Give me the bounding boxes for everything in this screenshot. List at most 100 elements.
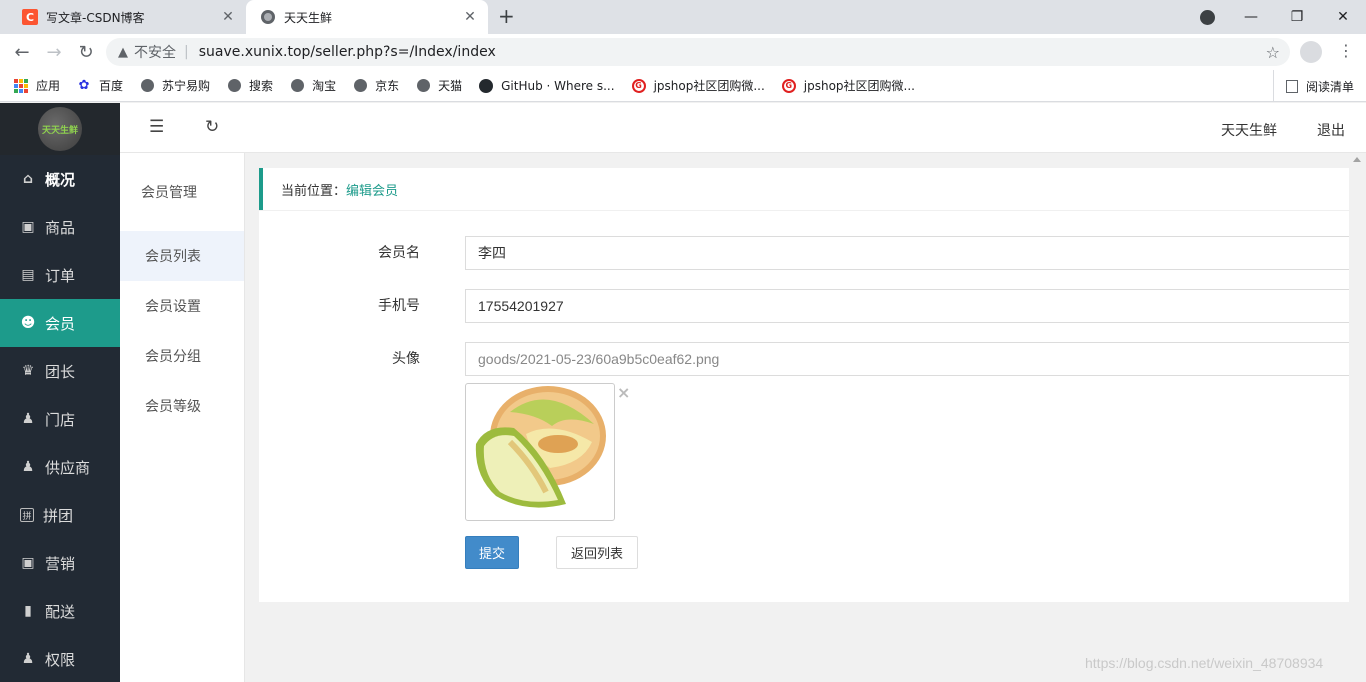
globe-icon (290, 79, 304, 93)
main-content: 当前位置： 编辑会员 会员名 李四 手机号 17554201927 头像 goo… (245, 153, 1349, 682)
baidu-paw-icon: ✿ (78, 78, 90, 93)
url-omnibox[interactable]: ▲ 不安全 | suave.xunix.top/seller.php?s=/In… (106, 38, 1290, 66)
warning-triangle-icon[interactable]: ▲ (118, 45, 128, 60)
crown-icon: ♛ (21, 363, 35, 379)
menu-item-goods[interactable]: ▣ 商品 (0, 203, 120, 251)
bookmarks-bar: 应用 ✿ 百度 苏宁易购 搜索 淘宝 京东 天猫 GitHub · Where … (0, 70, 1366, 102)
reload-icon[interactable]: ↻ (72, 34, 100, 70)
gift-icon: ▣ (21, 555, 35, 571)
home-icon: ⌂ (22, 171, 34, 187)
tab-search-icon[interactable] (1200, 10, 1215, 25)
menu-item-stores[interactable]: ♟ 门店 (0, 395, 120, 443)
bookmark-jpshop-2[interactable]: G jpshop社区团购微... (781, 77, 915, 94)
menu-item-group-buy[interactable]: 拼 拼团 (0, 491, 120, 539)
menu-item-members[interactable]: ☻ 会员 (0, 299, 120, 347)
group-buy-icon: 拼 (20, 508, 34, 522)
remove-image-icon[interactable]: × (617, 383, 630, 402)
globe-icon (140, 79, 154, 93)
top-bar: ☰ ↻ 天天生鲜 退出 (120, 103, 1366, 153)
globe-icon (227, 79, 241, 93)
bookmark-star-icon[interactable]: ☆ (1266, 43, 1280, 62)
jpshop-icon: G (781, 78, 796, 93)
avatar-path-input[interactable]: goods/2021-05-23/60a9b5c0eaf62.png (465, 342, 1349, 376)
main-sidebar: 天天生鲜 ⌂ 概况 ▣ 商品 ▤ 订单 ☻ 会员 ♛ 团长 ♟ 门店 ♟ 供应商… (0, 103, 120, 682)
tab-close-icon[interactable]: ✕ (220, 9, 236, 25)
tab-title: 写文章-CSDN博客 (46, 10, 145, 25)
menu-item-overview[interactable]: ⌂ 概况 (0, 155, 120, 203)
inbox-icon: ▣ (21, 219, 35, 235)
supplier-icon: ♟ (21, 459, 35, 475)
globe-icon (353, 79, 367, 93)
minimize-icon[interactable]: — (1228, 0, 1274, 34)
username-label: 会员名 (378, 245, 420, 261)
username-input[interactable]: 李四 (465, 236, 1349, 270)
breadcrumb: 当前位置： 编辑会员 (259, 168, 1349, 210)
sub-item-member-levels[interactable]: 会员等级 (120, 381, 244, 431)
browser-tab-strip: C 写文章-CSDN博客 ✕ 天天生鲜 ✕ + — ❐ ✕ (0, 0, 1366, 34)
melon-image (475, 386, 606, 508)
jpshop-icon: G (631, 78, 646, 93)
bookmark-github[interactable]: GitHub · Where s... (479, 78, 615, 93)
tab-tiantian[interactable]: 天天生鲜 ✕ (246, 0, 488, 34)
apps-icon (14, 78, 28, 93)
scrollbar[interactable] (1349, 153, 1366, 682)
logo-area: 天天生鲜 (0, 103, 120, 155)
restore-icon[interactable]: ❐ (1274, 0, 1320, 34)
refresh-icon[interactable]: ↻ (205, 117, 219, 137)
bookmark-apps[interactable]: 应用 (14, 77, 60, 94)
back-arrow-icon[interactable]: ← (8, 34, 36, 70)
watermark: https://blog.csdn.net/weixin_48708934 (1085, 655, 1324, 671)
tab-csdn[interactable]: C 写文章-CSDN博客 ✕ (8, 0, 246, 34)
breadcrumb-prefix: 当前位置： (281, 183, 347, 199)
scroll-up-arrow-icon[interactable] (1353, 157, 1361, 162)
forward-arrow-icon[interactable]: → (40, 34, 68, 70)
avatar-label: 头像 (392, 351, 420, 367)
sub-item-member-settings[interactable]: 会员设置 (120, 281, 244, 331)
tab-close-icon[interactable]: ✕ (462, 9, 478, 25)
sub-item-member-groups[interactable]: 会员分组 (120, 331, 244, 381)
sub-item-member-list[interactable]: 会员列表 (120, 231, 244, 281)
address-bar: ← → ↻ ▲ 不安全 | suave.xunix.top/seller.php… (0, 34, 1366, 70)
logout-link[interactable]: 退出 (1317, 120, 1345, 140)
avatar-thumbnail[interactable] (465, 383, 615, 521)
truck-icon: ▮ (24, 603, 32, 619)
users-icon: ☻ (20, 315, 36, 331)
menu-item-permissions[interactable]: ♟ 权限 (0, 635, 120, 682)
browser-menu-icon[interactable]: ⋮ (1338, 42, 1354, 60)
new-tab-button[interactable]: + (498, 5, 515, 27)
avatar-row: 头像 goods/2021-05-23/60a9b5c0eaf62.png (259, 342, 1349, 376)
bookmark-baidu[interactable]: ✿ 百度 (77, 77, 123, 94)
permission-icon: ♟ (21, 651, 35, 667)
tab-title: 天天生鲜 (284, 10, 333, 25)
logo[interactable]: 天天生鲜 (38, 107, 82, 151)
github-icon (479, 78, 494, 93)
globe-icon (416, 79, 430, 93)
phone-label: 手机号 (378, 298, 420, 314)
toggle-sidebar-icon[interactable]: ☰ (149, 117, 164, 137)
phone-input[interactable]: 17554201927 (465, 289, 1349, 323)
submit-button[interactable]: 提交 (465, 536, 519, 569)
shop-name-link[interactable]: 天天生鲜 (1221, 120, 1277, 140)
document-icon: ▤ (21, 267, 35, 283)
security-label[interactable]: 不安全 (134, 42, 176, 62)
breadcrumb-current[interactable]: 编辑会员 (346, 180, 398, 199)
profile-avatar-icon[interactable] (1300, 41, 1322, 63)
username-row: 会员名 李四 (259, 236, 1349, 270)
bookmark-jpshop-1[interactable]: G jpshop社区团购微... (631, 77, 765, 94)
csdn-favicon-icon: C (22, 9, 38, 25)
bookmark-taobao[interactable]: 淘宝 (290, 77, 336, 94)
menu-item-leaders[interactable]: ♛ 团长 (0, 347, 120, 395)
menu-item-delivery[interactable]: ▮ 配送 (0, 587, 120, 635)
bookmark-jd[interactable]: 京东 (353, 77, 399, 94)
menu-item-suppliers[interactable]: ♟ 供应商 (0, 443, 120, 491)
bookmark-tmall[interactable]: 天猫 (416, 77, 462, 94)
bookmark-search[interactable]: 搜索 (227, 77, 273, 94)
close-window-icon[interactable]: ✕ (1320, 0, 1366, 34)
reading-list-button[interactable]: 阅读清单 (1272, 70, 1354, 102)
bookmark-suning[interactable]: 苏宁易购 (140, 77, 210, 94)
reading-list-icon (1285, 79, 1298, 93)
url-text[interactable]: suave.xunix.top/seller.php?s=/Index/inde… (199, 44, 496, 60)
menu-item-orders[interactable]: ▤ 订单 (0, 251, 120, 299)
back-to-list-button[interactable]: 返回列表 (556, 536, 638, 569)
menu-item-marketing[interactable]: ▣ 营销 (0, 539, 120, 587)
